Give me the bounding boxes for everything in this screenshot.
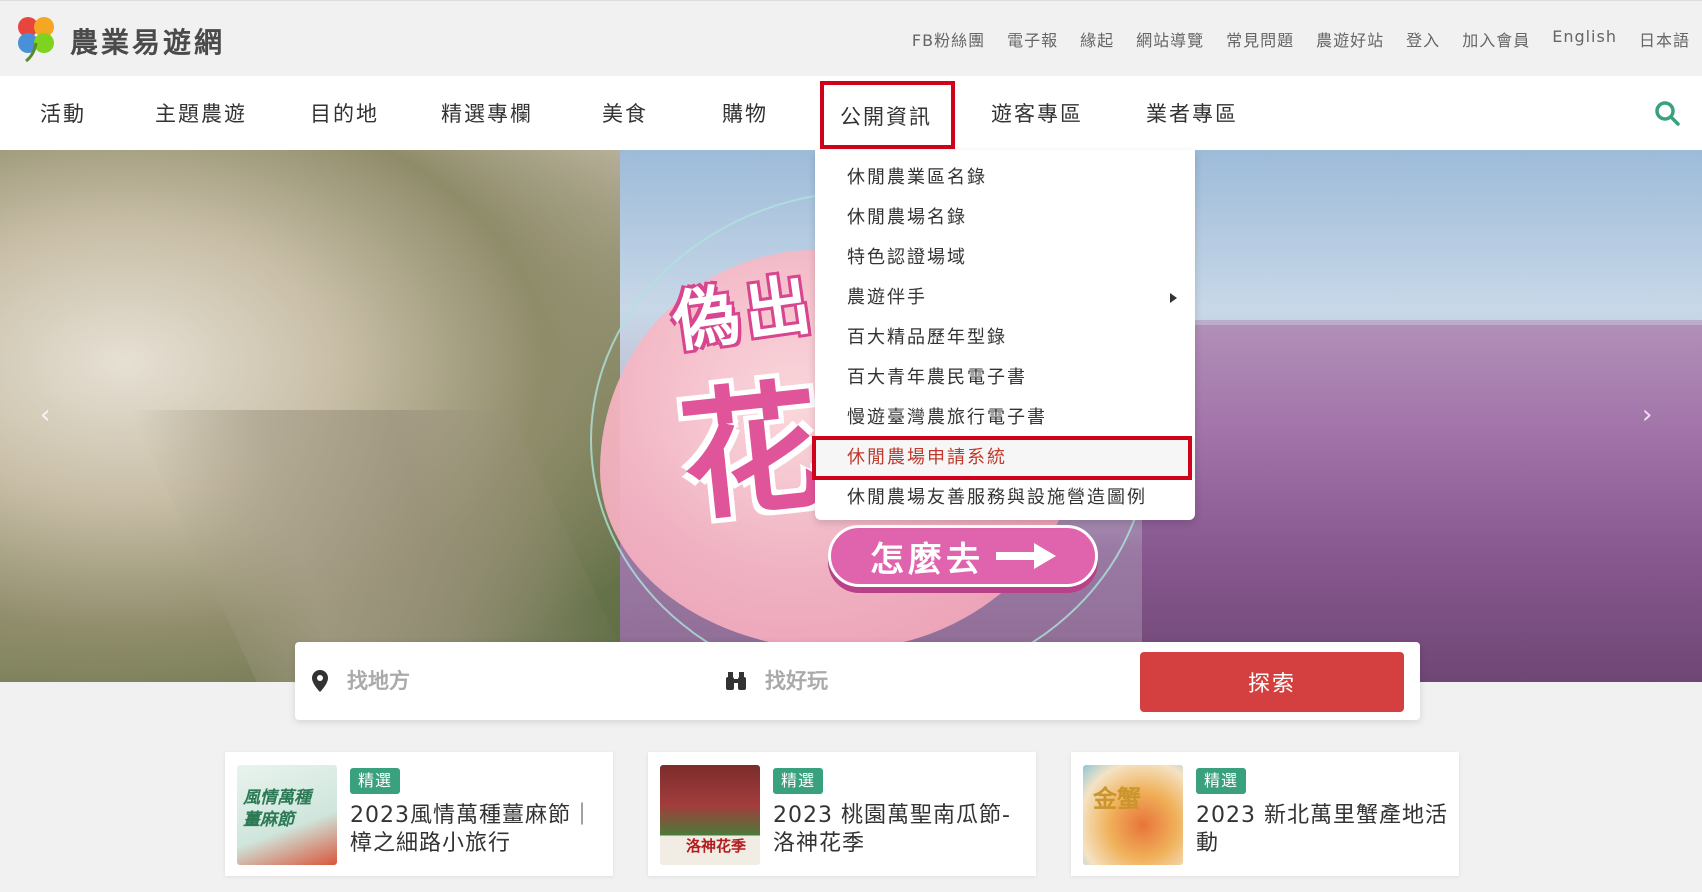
dropdown-item-leisure-areas[interactable]: 休閒農業區名錄	[815, 158, 1195, 198]
util-link-register[interactable]: 加入會員	[1462, 27, 1530, 51]
carousel-next-icon[interactable]: ›	[1642, 400, 1662, 430]
search-bar: 探索	[295, 642, 1420, 720]
nav-item-shopping[interactable]: 購物	[722, 98, 768, 128]
nav-item-public-info[interactable]: 公開資訊	[820, 81, 955, 149]
util-link-fb[interactable]: FB粉絲團	[912, 27, 985, 51]
card-3-title: 2023 新北萬里蟹產地活動	[1196, 803, 1448, 856]
card-3-thumbnail: 金蟹	[1083, 765, 1183, 865]
dropdown-item-young-farmers-ebook[interactable]: 百大青年農民電子書	[815, 358, 1195, 398]
util-link-newsletter[interactable]: 電子報	[1007, 27, 1058, 51]
nav-item-destinations[interactable]: 目的地	[310, 98, 379, 128]
fun-search-input[interactable]	[765, 669, 1065, 693]
util-link-about[interactable]: 緣起	[1080, 27, 1114, 51]
nav-item-food[interactable]: 美食	[602, 98, 648, 128]
hero-title-line2: 花	[673, 365, 830, 542]
featured-card-3[interactable]: 金蟹 精選 2023 新北萬里蟹產地活動	[1071, 752, 1459, 876]
nav-item-visitors[interactable]: 遊客專區	[991, 98, 1083, 128]
util-link-sitemap[interactable]: 網站導覽	[1136, 27, 1204, 51]
clover-logo-icon[interactable]	[14, 13, 58, 63]
util-link-japanese[interactable]: 日本語	[1639, 27, 1690, 51]
card-1-badge: 精選	[350, 768, 401, 794]
card-2-thumbnail-text: 洛神花季	[686, 837, 747, 855]
caret-right-icon	[1170, 293, 1177, 303]
place-search-input[interactable]	[347, 669, 647, 693]
fun-search-field	[725, 660, 1065, 702]
card-1-thumbnail-text: 風情萬種 薑麻節	[243, 788, 311, 830]
binoculars-icon	[726, 672, 746, 690]
dropdown-item-friendly-facilities[interactable]: 休閒農場友善服務與設施營造圖例	[815, 478, 1195, 518]
card-2-title: 2023 桃園萬聖南瓜節-洛神花季	[773, 803, 1011, 856]
main-nav: 活動 主題農遊 目的地 精選專欄 美食 購物 公開資訊 遊客專區 業者專區	[0, 76, 1702, 150]
how-to-get-there-label: 怎麼去	[870, 539, 984, 580]
nav-item-theme-tours[interactable]: 主題農遊	[155, 98, 247, 128]
featured-card-2[interactable]: 洛神花季 精選 2023 桃園萬聖南瓜節-洛神花季	[648, 752, 1036, 876]
dropdown-item-souvenirs[interactable]: 農遊伴手	[815, 278, 1195, 318]
card-3-thumbnail-text: 金蟹	[1093, 785, 1141, 813]
card-2-thumbnail: 洛神花季	[660, 765, 760, 865]
util-link-login[interactable]: 登入	[1406, 27, 1440, 51]
explore-button[interactable]: 探索	[1140, 652, 1404, 712]
card-2-badge: 精選	[773, 768, 824, 794]
card-3-badge: 精選	[1196, 768, 1247, 794]
dropdown-item-certified-sites[interactable]: 特色認證場域	[815, 238, 1195, 278]
nav-item-activities[interactable]: 活動	[40, 98, 86, 128]
util-link-faq[interactable]: 常見問題	[1226, 27, 1294, 51]
nav-item-featured[interactable]: 精選專欄	[441, 98, 533, 128]
site-name[interactable]: 農業易遊網	[70, 21, 225, 61]
nav-item-operators[interactable]: 業者專區	[1146, 98, 1238, 128]
dropdown-item-souvenirs-label: 農遊伴手	[847, 287, 927, 308]
dropdown-item-catalog[interactable]: 百大精品歷年型錄	[815, 318, 1195, 358]
carousel-prev-icon[interactable]: ‹	[40, 400, 60, 430]
top-bar: 農業易遊網 FB粉絲團 電子報 緣起 網站導覽 常見問題 農遊好站 登入 加入會…	[0, 0, 1702, 76]
lavender-field-image	[1142, 325, 1702, 682]
map-pin-icon	[312, 670, 328, 692]
arrow-right-icon	[996, 543, 1056, 569]
public-info-dropdown: 休閒農業區名錄 休閒農場名錄 特色認證場域 農遊伴手 百大精品歷年型錄 百大青年…	[812, 150, 1195, 520]
utility-links: FB粉絲團 電子報 緣起 網站導覽 常見問題 農遊好站 登入 加入會員 Engl…	[912, 27, 1690, 51]
util-link-english[interactable]: English	[1552, 27, 1617, 51]
dropdown-item-slow-travel-ebook[interactable]: 慢遊臺灣農旅行電子書	[815, 398, 1195, 438]
place-search-field	[311, 660, 647, 702]
dropdown-item-farm-application-system[interactable]: 休閒農場申請系統	[812, 436, 1195, 480]
card-1-thumbnail: 風情萬種 薑麻節	[237, 765, 337, 865]
featured-card-1[interactable]: 風情萬種 薑麻節 精選 2023風情萬種薑麻節｜樟之細路小旅行	[225, 752, 613, 876]
search-icon[interactable]	[1654, 100, 1680, 126]
how-to-get-there-button[interactable]: 怎麼去	[828, 525, 1098, 587]
dropdown-item-leisure-farms[interactable]: 休閒農場名錄	[815, 198, 1195, 238]
card-1-title: 2023風情萬種薑麻節｜樟之細路小旅行	[350, 803, 594, 856]
util-link-sites[interactable]: 農遊好站	[1316, 27, 1384, 51]
